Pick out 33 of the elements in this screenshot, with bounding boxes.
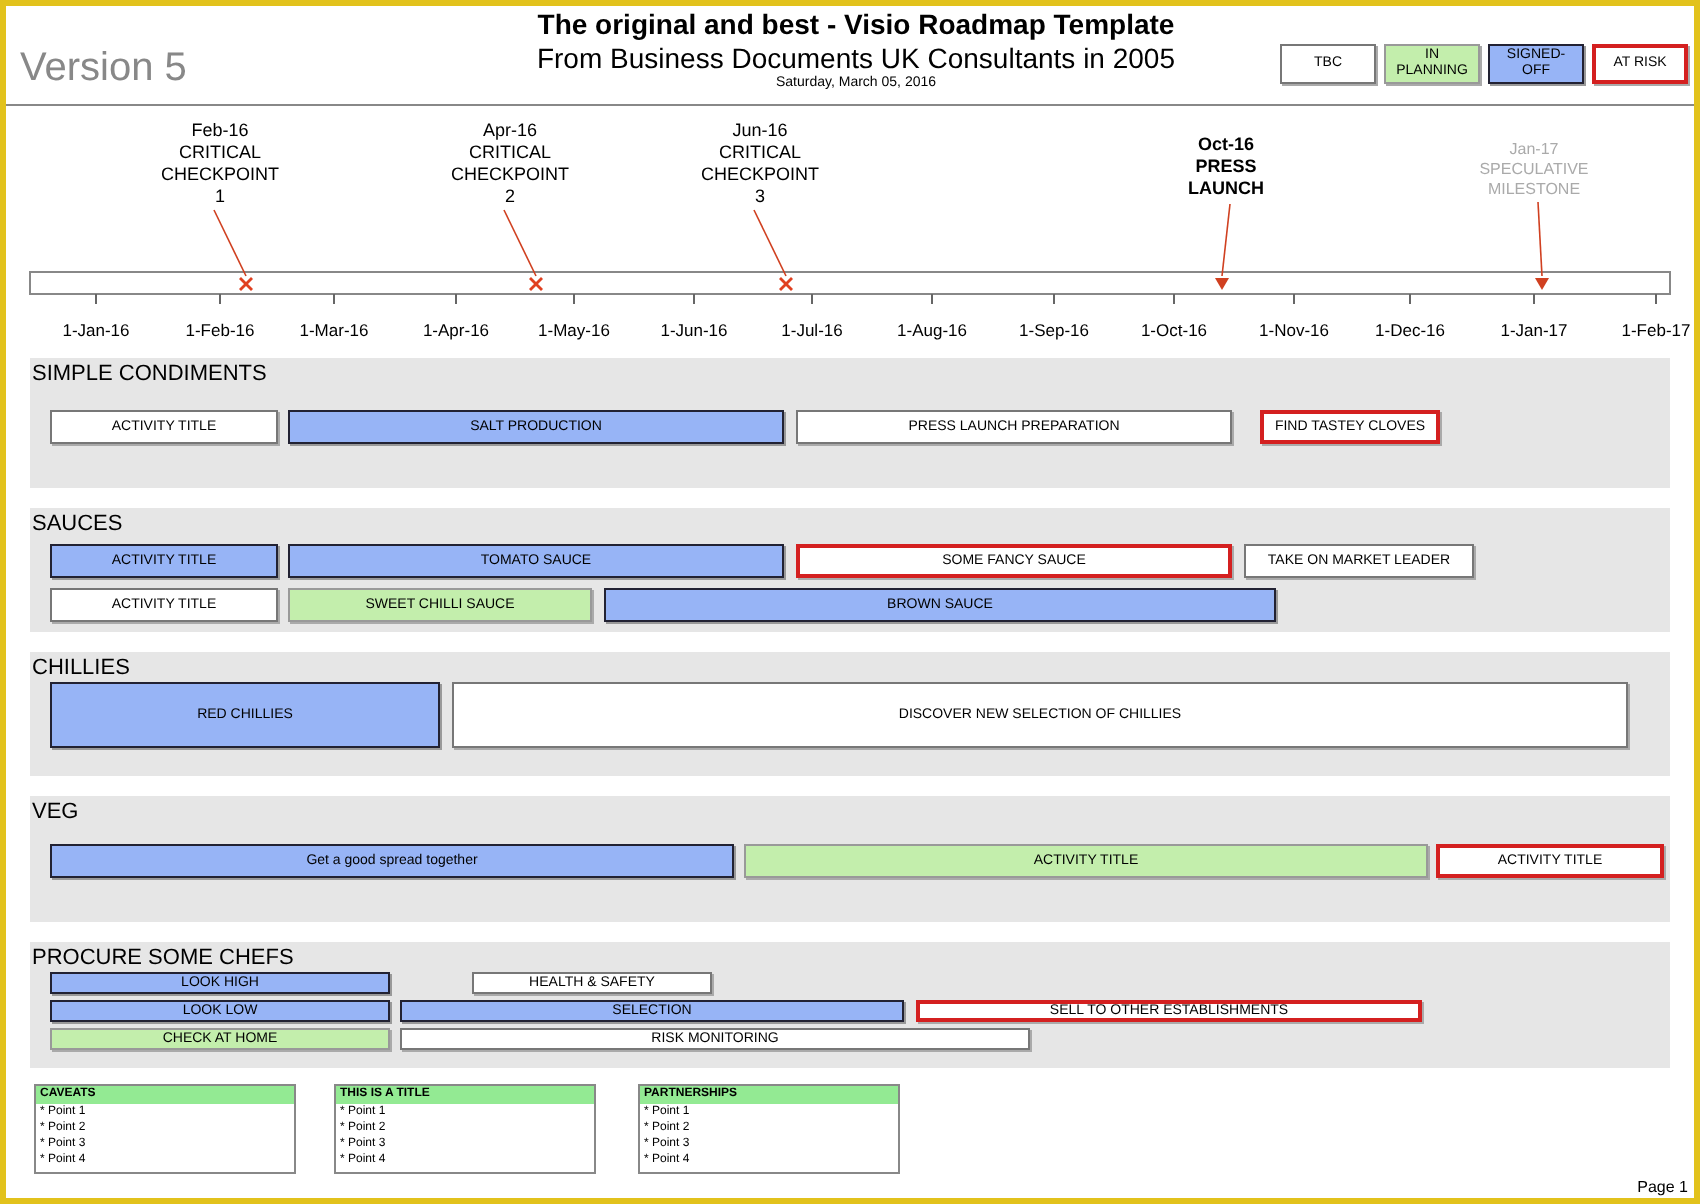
milestone-label: Apr-16 CRITICAL CHECKPOINT 2 <box>448 120 571 208</box>
month-label: 1-Sep-16 <box>1017 320 1091 340</box>
month-label: 1-Mar-16 <box>297 320 371 340</box>
lane-title: PROCURE SOME CHEFS <box>32 946 294 970</box>
leader-line <box>503 209 537 277</box>
roadmap-title: The original and best - Visio Roadmap Template <box>535 8 1177 40</box>
lane-title: SIMPLE CONDIMENTS <box>32 362 267 386</box>
milestone-label: Feb-16 CRITICAL CHECKPOINT 1 <box>158 120 281 208</box>
month-label: 1-Jan-17 <box>1498 320 1570 340</box>
month-label: 1-Dec-16 <box>1373 320 1447 340</box>
lane-title: SAUCES <box>32 512 123 536</box>
month-label: 1-Aug-16 <box>895 320 969 340</box>
leader-line <box>1537 201 1543 277</box>
milestone-label: Oct-16 PRESS LAUNCH <box>1186 134 1266 200</box>
milestone-label: Jan-17 SPECULATIVE MILESTONE <box>1477 140 1591 200</box>
month-label: 1-Feb-17 <box>1619 320 1693 340</box>
month-label: 1-Nov-16 <box>1257 320 1331 340</box>
page-number: Page 1 <box>1637 1178 1688 1196</box>
roadmap-subtitle: From Business Documents UK Consultants in 2005 <box>534 42 1178 74</box>
month-label: 1-May-16 <box>536 320 612 340</box>
month-label: 1-Jun-16 <box>658 320 730 340</box>
leader-line <box>753 209 787 277</box>
month-label: 1-Oct-16 <box>1138 320 1210 340</box>
month-label: 1-Apr-16 <box>420 320 492 340</box>
leader-line <box>1221 203 1231 277</box>
version-label: Version 5 <box>20 46 187 92</box>
month-label: 1-Jul-16 <box>779 320 845 340</box>
leader-line <box>213 209 247 277</box>
lane-title: CHILLIES <box>32 656 130 680</box>
month-label: 1-Jan-16 <box>60 320 132 340</box>
milestone-label: Jun-16 CRITICAL CHECKPOINT 3 <box>698 120 821 208</box>
lane-title: VEG <box>32 800 79 824</box>
month-label: 1-Feb-16 <box>183 320 257 340</box>
